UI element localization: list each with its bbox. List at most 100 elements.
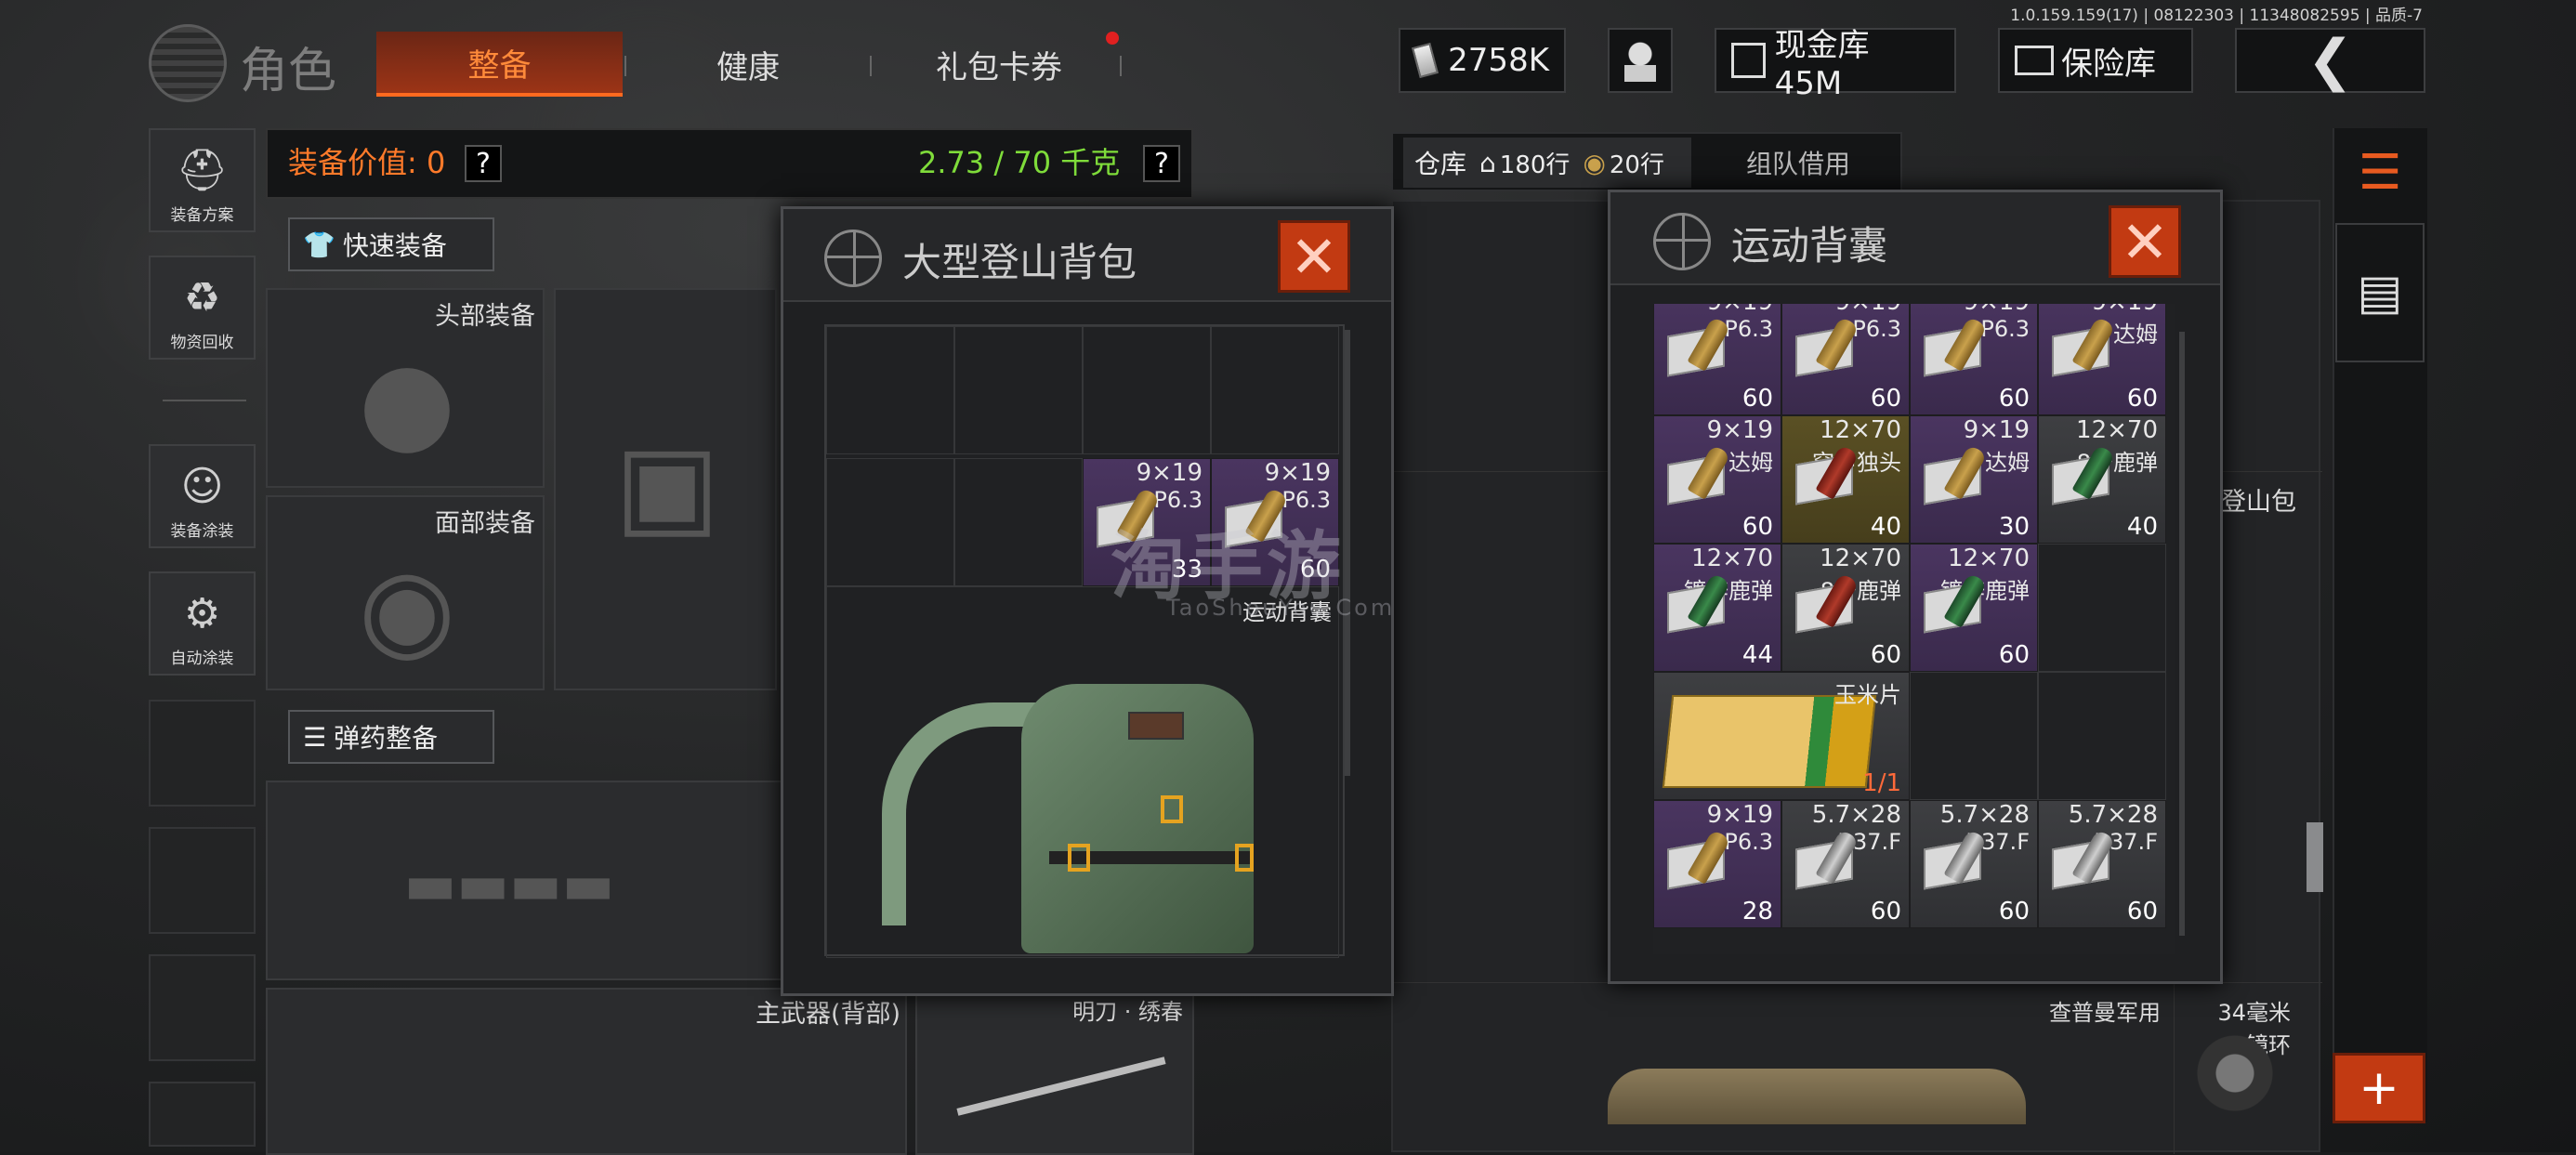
item-caliber: 9×19 [1963, 416, 2030, 444]
sport-bag-scrollbar[interactable] [2179, 332, 2185, 936]
sidebar-item-label: 物资回收 [170, 334, 234, 352]
item-caliber: 9×19 [2092, 304, 2158, 316]
empty-slot[interactable] [149, 827, 256, 934]
sword-icon [956, 1057, 1166, 1116]
ammo-item[interactable]: 9×19AP6.360 [1653, 304, 1781, 415]
item-caliber: 9×19 [1136, 459, 1203, 487]
chapman-belt-label: 查普曼军用 [2049, 1000, 2161, 1026]
ammo-item[interactable]: 9×19 达姆 60 [1653, 415, 1781, 544]
cash-stack-icon [1411, 42, 1439, 79]
popup-title: 运动背囊 [1731, 223, 1888, 269]
ammo-item[interactable]: 12×70 8号鹿弹 60 [1781, 544, 1910, 672]
tab-divider [624, 56, 626, 76]
ammo-item[interactable]: 5.7×28 R37.F 60 [2038, 800, 2166, 928]
close-button[interactable]: ✕ [1278, 220, 1350, 293]
ammo-item[interactable]: 5.7×28 R37.F 60 [1781, 800, 1910, 928]
bag-icon: ◉ [1583, 147, 1606, 178]
item-count: 60 [1870, 385, 1901, 413]
layers-download-icon[interactable]: ▤ [2335, 223, 2425, 362]
sidebar-item-auto-paint[interactable]: ⚙ 自动涂装 [149, 571, 256, 676]
ammo-stack-icon: ☰ [303, 721, 327, 753]
item-count: 60 [1741, 385, 1773, 413]
sidebar-item-loadout[interactable]: ⛑ 装备方案 [149, 128, 256, 232]
head-gear-slot[interactable]: 头部装备 ● [266, 288, 545, 488]
tab-health[interactable]: 健康 [632, 32, 864, 97]
empty-cell[interactable] [2038, 544, 2166, 672]
sport-backpack-icon[interactable] [882, 684, 1272, 953]
melee-weapon-slot[interactable]: 明刀 · 绣春 [915, 988, 1194, 1155]
item-caliber: 12×70 [1820, 545, 1901, 572]
item-caliber: 9×19 [1964, 304, 2030, 316]
ammo-equip-button[interactable]: ☰ 弹药整备 [288, 710, 494, 764]
empty-slot[interactable] [149, 1082, 256, 1147]
sidebar-item-label: 装备方案 [170, 206, 234, 225]
ammo-item[interactable]: 9×19 达姆 30 [1910, 415, 2038, 544]
tab-team-borrow[interactable]: 组队借用 [1701, 138, 1896, 188]
ammo-item[interactable]: 5.7×28 R37.F 60 [1910, 800, 2038, 928]
tab-divider [870, 56, 872, 76]
help-icon[interactable]: ? [1143, 145, 1180, 182]
item-caliber: 12×70 [1691, 545, 1773, 572]
cash-vault-button[interactable]: 现金库 45M [1715, 27, 1956, 102]
ammo-item[interactable]: 12×70 镀锌鹿弹 60 [1910, 544, 2038, 672]
empty-slot[interactable] [149, 954, 256, 1061]
ammo-box-icon [1795, 316, 1862, 377]
close-button[interactable]: ✕ [2109, 205, 2181, 278]
ammo-box-icon [2052, 829, 2119, 890]
safe-icon [2015, 46, 2054, 75]
recycle-icon: ♻ [183, 274, 221, 322]
money-display[interactable]: 2758K [1399, 28, 1566, 93]
sport-bag-grid[interactable]: 9×19AP6.3609×19AP6.3609×19AP6.3609×19达姆6… [1653, 304, 2175, 954]
tab-gift-cards[interactable]: 礼包卡券 [874, 32, 1124, 97]
quick-equip-button[interactable]: 👕 快速装备 [288, 217, 494, 271]
food-item[interactable]: 玉米片 1/1 [1653, 672, 1910, 800]
ammo-item[interactable]: 12×70 镀锌鹿弹 44 [1653, 544, 1781, 672]
tab-equip[interactable]: 整备 [376, 32, 623, 97]
warehouse-extra-rows: 20行 [1609, 151, 1664, 179]
sort-stack-icon[interactable]: ☰ [2335, 128, 2425, 217]
ammo-box-icon [2052, 444, 2119, 505]
ammo-item[interactable]: 9×19AP6.360 [1910, 304, 2038, 415]
sidebar-item-recycle[interactable]: ♻ 物资回收 [149, 256, 256, 360]
item-count: 60 [1998, 641, 2030, 669]
back-button[interactable]: ❮ [2235, 28, 2425, 93]
equipment-value: 装备价值: 0 [288, 145, 446, 180]
ammo-item[interactable]: 9×19 AP6.3 28 [1653, 800, 1781, 928]
soldier-icon: ☺ [180, 463, 224, 510]
sidebar-item-paint[interactable]: ☺ 装备涂装 [149, 444, 256, 548]
avatar-button[interactable] [1608, 28, 1673, 93]
face-gear-slot[interactable]: 面部装备 ◉ [266, 495, 545, 690]
belt-item-icon [1608, 1069, 2026, 1124]
vault-icon [1731, 43, 1766, 78]
item-name: 达姆 [1985, 450, 2030, 476]
watermark-sub: TaoShouYou.Com [1166, 595, 1396, 621]
ammo-box-icon [1795, 572, 1862, 634]
tab-warehouse[interactable]: 仓库 ⌂ 180行 ◉ 20行 [1403, 138, 1691, 188]
add-button[interactable]: + [2333, 1053, 2425, 1123]
ammo-box-icon [1667, 444, 1734, 505]
rifle-silhouette-icon: ▬▬▬▬ [403, 852, 615, 917]
item-count: 60 [1998, 385, 2030, 413]
empty-cell[interactable] [2038, 672, 2166, 800]
helmet-silhouette-icon: ● [358, 336, 456, 466]
ammo-item[interactable]: 9×19 达姆 60 [2038, 304, 2166, 415]
item-caliber: 9×19 [1835, 304, 1901, 316]
close-icon: ✕ [2121, 207, 2169, 276]
help-icon[interactable]: ? [465, 145, 502, 182]
ammo-item[interactable]: 12×70 8号鹿弹 40 [2038, 415, 2166, 544]
secondary-weapon-slot[interactable]: ▬▬▬▬ [266, 781, 786, 980]
item-count: 30 [1998, 513, 2030, 541]
safe-button[interactable]: 保险库 [1998, 28, 2193, 93]
warehouse-scrollbar[interactable] [2307, 822, 2323, 892]
body-armor-slot[interactable]: ▣ [554, 288, 777, 690]
empty-slot[interactable] [149, 700, 256, 807]
item-caliber: 5.7×28 [2068, 801, 2158, 829]
ammo-item[interactable]: 9×19AP6.360 [1781, 304, 1910, 415]
ammo-item[interactable]: 12×70 穿甲独头 40 [1781, 415, 1910, 544]
backpack-grid[interactable]: 9×19 AP6.3 33 9×19 AP6.3 60 运动背囊 [824, 324, 1345, 958]
primary-weapon-slot[interactable]: 主武器(背部) [266, 988, 907, 1155]
item-caliber: 12×70 [1820, 416, 1901, 444]
backpack-scrollbar[interactable] [1345, 330, 1350, 776]
item-count: 60 [2126, 385, 2158, 413]
empty-cell[interactable] [1910, 672, 2038, 800]
